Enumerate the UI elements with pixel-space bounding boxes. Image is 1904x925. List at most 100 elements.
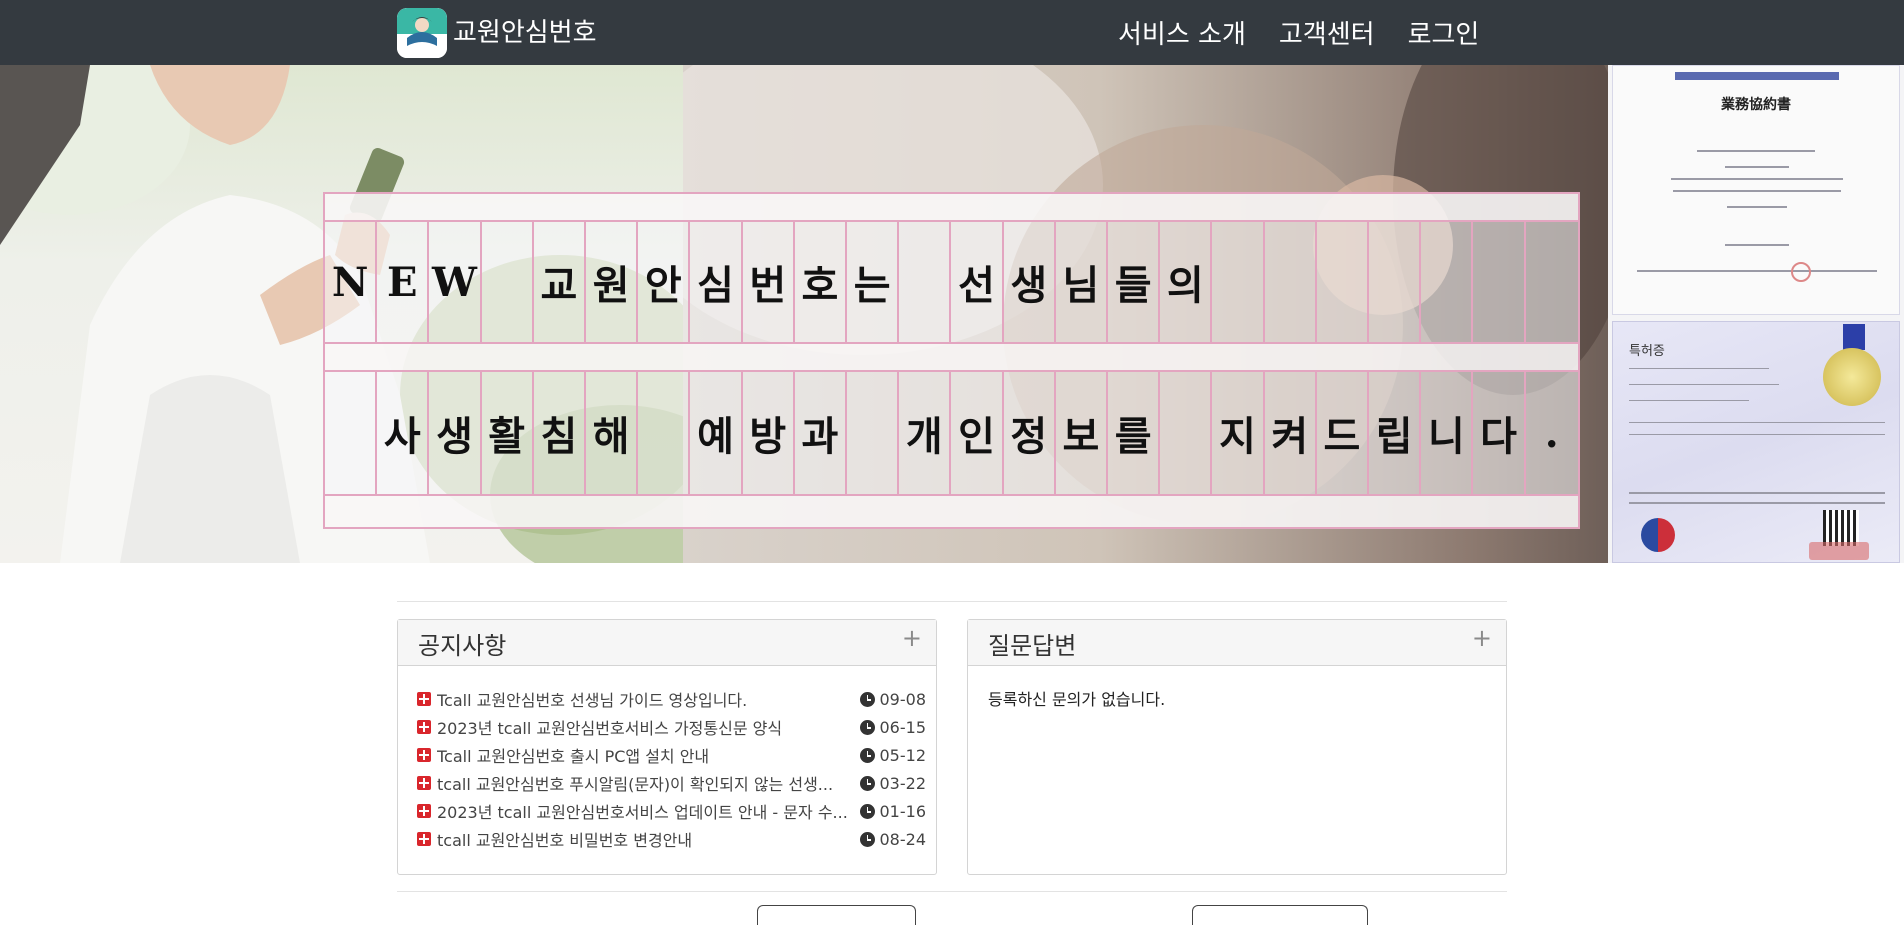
notice-date-text: 06-15 (879, 718, 927, 737)
grid-char: 심 (690, 222, 743, 342)
clock-icon (859, 720, 875, 735)
nav-link-service-intro[interactable]: 서비스 소개 (1118, 14, 1246, 51)
grid-row-1: N E W 교 원 안 심 번 호 는 선 생 님 들 의 (323, 220, 1580, 344)
grid-char (1473, 222, 1526, 342)
grid-char: 번 (743, 222, 795, 342)
grid-char: W (429, 222, 482, 342)
qa-more-plus-icon[interactable]: + (1472, 624, 1492, 652)
grid-char: 생 (1004, 222, 1056, 342)
grid-char: 교 (534, 222, 587, 342)
notice-more-plus-icon[interactable]: + (902, 624, 922, 652)
grid-char: 원 (586, 222, 639, 342)
notice-list-item[interactable]: Tcall 교원안심번호 선생님 가이드 영상입니다. 09-08 (417, 685, 926, 713)
notice-item-title: 2023년 tcall 교원안심번호서비스 업데이트 안내 - 문자 수... (437, 803, 848, 822)
patent-title: 특허증 (1629, 344, 1665, 359)
qa-panel: 질문답변 + 등록하신 문의가 없습니다. (967, 619, 1507, 875)
hero-banner: 業務協約書 특허증 N E W 교 원 안 심 번 호 는 선 생 님 들 의 … (0, 65, 1904, 563)
nav-link-login[interactable]: 로그인 (1408, 14, 1480, 51)
bottom-button-left[interactable] (757, 905, 916, 925)
grid-char: 과 (795, 372, 848, 494)
nav-menu: 서비스 소개 고객센터 로그인 (1100, 0, 1479, 65)
notice-list-item[interactable]: 2023년 tcall 교원안심번호서비스 가정통신문 양식 06-15 (417, 713, 926, 741)
notice-date-text: 09-08 (879, 690, 927, 709)
bottom-button-right[interactable] (1192, 905, 1368, 925)
grid-char: 보 (1056, 372, 1109, 494)
grid-char (1526, 222, 1578, 342)
grid-char: 인 (951, 372, 1004, 494)
qa-panel-header: 질문답변 + (968, 620, 1506, 666)
brand-logo-icon (397, 8, 447, 58)
notice-item-title: Tcall 교원안심번호 출시 PC앱 설치 안내 (437, 747, 710, 766)
grid-char (325, 372, 378, 494)
grid-char: 안 (638, 222, 691, 342)
grid-char: 생 (429, 372, 482, 494)
grid-bottom-strip (323, 494, 1580, 529)
grid-row-2: 사 생 활 침 해 예 방 과 개 인 정 보 를 지 켜 드 립 니 다 . (323, 370, 1580, 496)
notice-list-item[interactable]: 2023년 tcall 교원안심번호서비스 업데이트 안내 - 문자 수... … (417, 797, 926, 825)
notice-item-title: Tcall 교원안심번호 선생님 가이드 영상입니다. (437, 691, 748, 710)
grid-char: 켜 (1265, 372, 1317, 494)
notice-item-date: 05-12 (859, 746, 926, 765)
nav-link-customer-center[interactable]: 고객센터 (1279, 14, 1375, 51)
notice-panel: 공지사항 + Tcall 교원안심번호 선생님 가이드 영상입니다. 09-08… (397, 619, 937, 875)
clock-icon (859, 748, 875, 763)
brand-home-link[interactable]: 교원안심번호 (397, 8, 597, 58)
grid-char (1317, 222, 1370, 342)
red-cross-icon (417, 776, 431, 790)
notice-item-date: 03-22 (859, 774, 927, 793)
notice-item-title: tcall 교원안심번호 비밀번호 변경안내 (437, 831, 693, 850)
grid-char: 드 (1317, 372, 1370, 494)
notice-list-item[interactable]: tcall 교원안심번호 푸시알림(문자)이 확인되지 않는 선생... 03-… (417, 769, 926, 797)
clock-icon (859, 692, 875, 707)
grid-middle-strip (323, 342, 1580, 372)
notice-date-text: 03-22 (879, 774, 927, 793)
grid-char: 님 (1056, 222, 1109, 342)
grid-char: 사 (377, 372, 430, 494)
grid-top-strip (323, 192, 1580, 222)
grid-char (1212, 222, 1265, 342)
grid-char: 들 (1108, 222, 1161, 342)
grid-char (899, 222, 952, 342)
notice-item-title: 2023년 tcall 교원안심번호서비스 가정통신문 양식 (437, 719, 783, 738)
red-cross-icon (417, 804, 431, 818)
grid-char (482, 222, 534, 342)
red-cross-icon (417, 832, 431, 846)
grid-char: 침 (534, 372, 587, 494)
notice-list-item[interactable]: tcall 교원안심번호 비밀번호 변경안내 08-24 (417, 825, 926, 853)
section-divider-bottom (397, 891, 1507, 892)
grid-char: 개 (899, 372, 952, 494)
notice-date-text: 08-24 (879, 830, 927, 849)
grid-char: 지 (1212, 372, 1265, 494)
manuscript-grid-banner: N E W 교 원 안 심 번 호 는 선 생 님 들 의 사 생 활 침 해 … (323, 192, 1580, 537)
section-divider-top (397, 601, 1507, 602)
grid-char: N (325, 222, 378, 342)
notice-item-title: tcall 교원안심번호 푸시알림(문자)이 확인되지 않는 선생... (437, 775, 834, 794)
grid-char (1160, 372, 1213, 494)
grid-char: . (1544, 409, 1559, 457)
clock-icon (859, 804, 875, 819)
grid-char: 호 (795, 222, 848, 342)
grid-char (847, 372, 900, 494)
qa-panel-title: 질문답변 (988, 632, 1077, 660)
notice-item-date: 06-15 (859, 718, 927, 737)
grid-char (1369, 222, 1422, 342)
grid-char: 방 (743, 372, 795, 494)
patent-certificate-image: 특허증 (1612, 321, 1900, 563)
notice-date-text: 01-16 (879, 802, 927, 821)
grid-char: 는 (847, 222, 900, 342)
grid-char: 를 (1108, 372, 1161, 494)
grid-char: 니 (1421, 372, 1474, 494)
grid-char: 립 (1369, 372, 1422, 494)
notice-list: Tcall 교원안심번호 선생님 가이드 영상입니다. 09-08 2023년 … (417, 685, 926, 853)
clock-icon (859, 832, 875, 847)
grid-char: 해 (586, 372, 639, 494)
notice-list-item[interactable]: Tcall 교원안심번호 출시 PC앱 설치 안내 05-12 (417, 741, 926, 769)
red-cross-icon (417, 720, 431, 734)
grid-char (1421, 222, 1474, 342)
qa-empty-message: 등록하신 문의가 없습니다. (988, 690, 1166, 709)
red-cross-icon (417, 748, 431, 762)
top-navbar: 교원안심번호 서비스 소개 고객센터 로그인 (0, 0, 1904, 65)
grid-char: 정 (1004, 372, 1056, 494)
grid-char: 다 (1473, 372, 1526, 494)
certificate-title: 業務協約書 (1721, 97, 1791, 113)
